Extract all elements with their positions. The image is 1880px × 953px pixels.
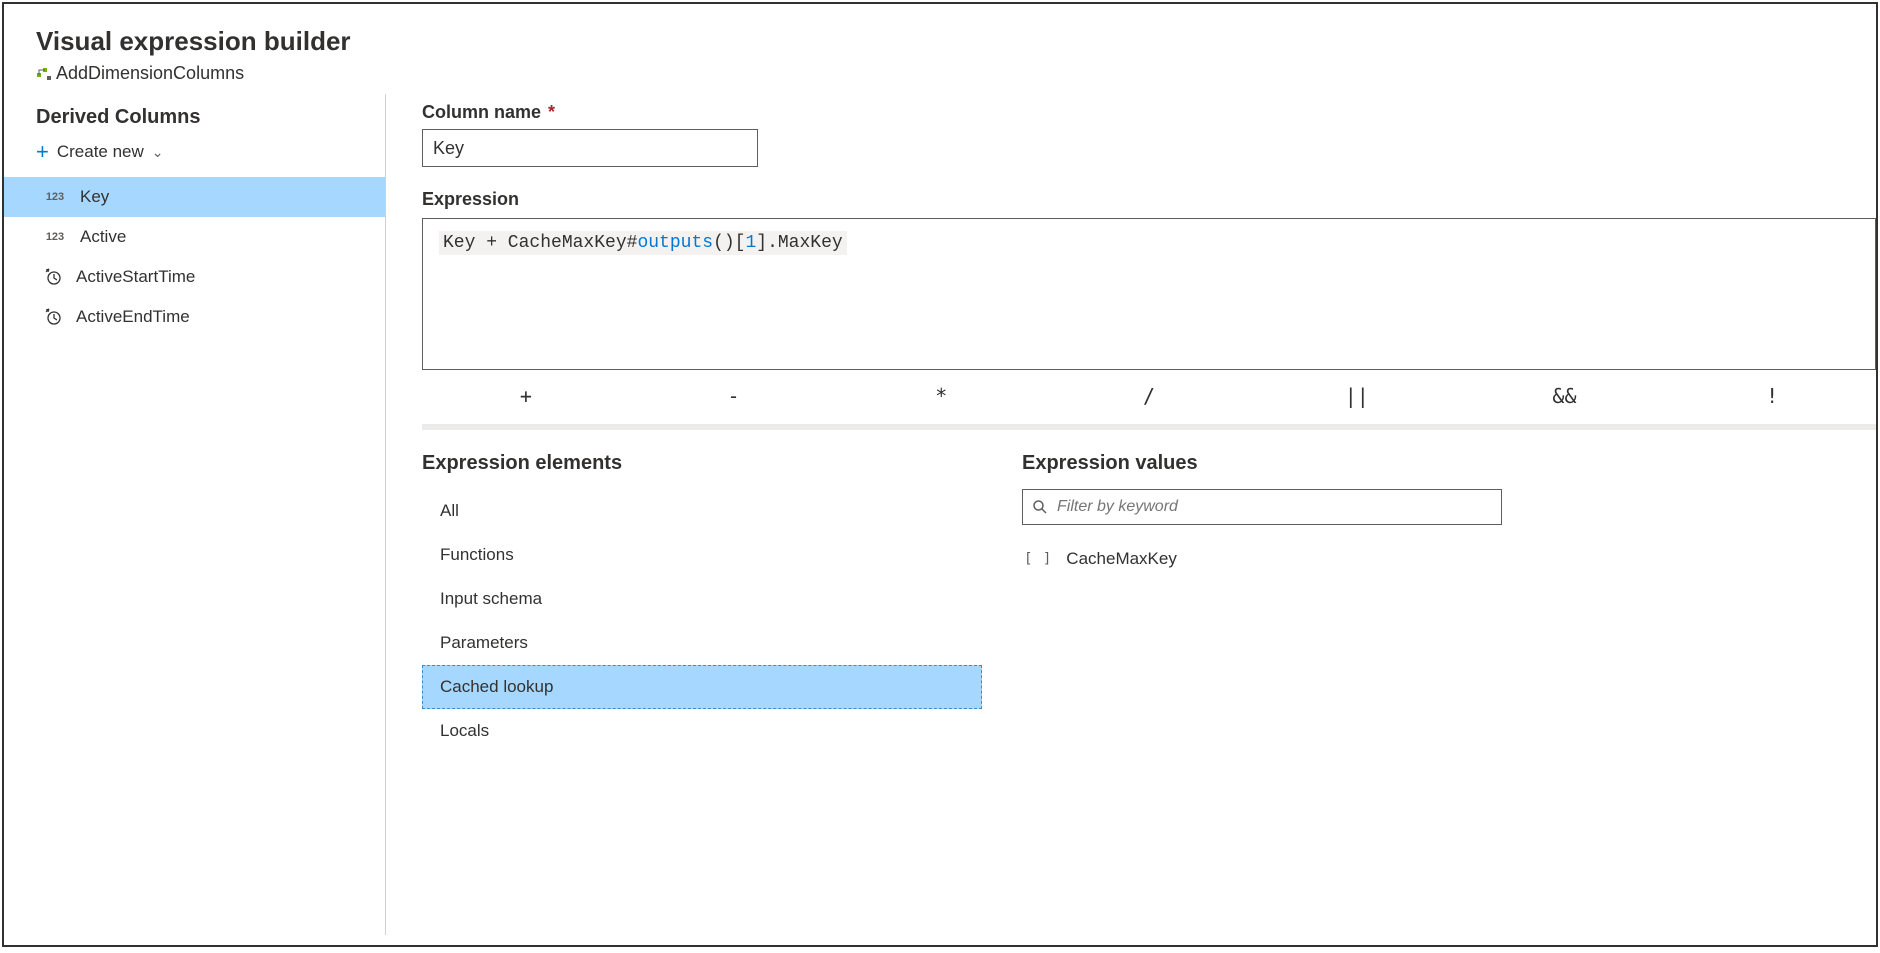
array-type-icon: [ ] [1024, 551, 1052, 567]
chevron-down-icon: ⌄ [152, 144, 164, 161]
expression-value-label: CacheMaxKey [1066, 549, 1177, 569]
expression-text: Key + CacheMaxKey#outputs()[1].MaxKey [439, 231, 847, 255]
timestamp-icon [44, 308, 62, 326]
search-icon [1032, 499, 1048, 515]
derived-column-item[interactable]: ActiveStartTime [4, 257, 385, 297]
expression-token: outputs [637, 233, 713, 253]
expression-elements-heading: Expression elements [422, 452, 982, 475]
header: Visual expression builder AddDimensionCo… [4, 4, 1876, 94]
expression-elements-list: AllFunctionsInput schemaParametersCached… [422, 489, 982, 753]
expression-elements-panel: Expression elements AllFunctionsInput sc… [422, 452, 982, 935]
sidebar-heading: Derived Columns [4, 102, 385, 137]
operator-button[interactable]: * [837, 380, 1045, 412]
main-panel: Column name * Expression Key + CacheMaxK… [386, 94, 1876, 935]
derived-column-name: ActiveEndTime [76, 307, 190, 327]
create-new-button[interactable]: + Create new ⌄ [4, 137, 196, 177]
operator-button[interactable]: - [630, 380, 838, 412]
plus-icon: + [36, 141, 49, 163]
create-new-label: Create new [57, 142, 144, 162]
column-name-field: Column name * [422, 102, 1876, 167]
expression-token: 1 [745, 233, 756, 253]
operator-button[interactable]: && [1461, 380, 1669, 412]
operator-button[interactable]: || [1253, 380, 1461, 412]
derived-column-name: Active [80, 227, 126, 247]
derived-column-item[interactable]: 123 Active [4, 217, 385, 257]
operator-button[interactable]: ! [1668, 380, 1876, 412]
column-name-label: Column name * [422, 102, 1876, 123]
expression-token: Key + CacheMaxKey# [443, 233, 637, 253]
lower-panels: Expression elements AllFunctionsInput sc… [422, 430, 1876, 935]
derived-column-name: Key [80, 187, 109, 207]
filter-search-wrap [1022, 489, 1852, 525]
expression-element-item[interactable]: Cached lookup [422, 665, 982, 709]
derived-columns-list: 123 Key 123 Active ActiveStartTime ActiveEndT… [4, 177, 385, 337]
expression-element-item[interactable]: All [422, 489, 982, 533]
expression-element-item[interactable]: Input schema [422, 577, 982, 621]
expression-element-item[interactable]: Functions [422, 533, 982, 577]
numeric-type-badge: 123 [44, 231, 66, 243]
expression-label: Expression [422, 189, 1876, 210]
filter-keyword-input[interactable] [1022, 489, 1502, 525]
operator-toolbar: +-*/||&&! [422, 370, 1876, 424]
operator-button[interactable]: + [422, 380, 630, 412]
expression-values-list: [ ] CacheMaxKey [1022, 545, 1852, 573]
expression-element-item[interactable]: Parameters [422, 621, 982, 665]
required-indicator: * [548, 102, 555, 122]
expression-values-panel: Expression values [ ] CacheMaxKey [1022, 452, 1876, 935]
breadcrumb-label: AddDimensionColumns [56, 63, 244, 84]
expression-section: Expression Key + CacheMaxKey#outputs()[1… [422, 189, 1876, 424]
expression-values-heading: Expression values [1022, 452, 1852, 475]
derived-column-item[interactable]: 123 Key [4, 177, 385, 217]
column-name-input[interactable] [422, 129, 758, 167]
derived-column-item[interactable]: ActiveEndTime [4, 297, 385, 337]
sidebar: Derived Columns + Create new ⌄ 123Key123… [4, 94, 386, 935]
numeric-type-badge: 123 [44, 191, 66, 203]
expression-token: ()[ [713, 233, 745, 253]
derived-column-name: ActiveStartTime [76, 267, 195, 287]
expression-editor[interactable]: Key + CacheMaxKey#outputs()[1].MaxKey [422, 218, 1876, 370]
operator-button[interactable]: / [1045, 380, 1253, 412]
breadcrumb: AddDimensionColumns [36, 63, 1844, 84]
body: Derived Columns + Create new ⌄ 123Key123… [4, 94, 1876, 935]
expression-element-item[interactable]: Locals [422, 709, 982, 753]
app-frame: Visual expression builder AddDimensionCo… [2, 2, 1878, 947]
expression-token: ].MaxKey [756, 233, 842, 253]
page-title: Visual expression builder [36, 26, 1844, 57]
dataflow-step-icon [36, 66, 52, 82]
timestamp-icon [44, 268, 62, 286]
expression-value-item[interactable]: [ ] CacheMaxKey [1022, 545, 1852, 573]
